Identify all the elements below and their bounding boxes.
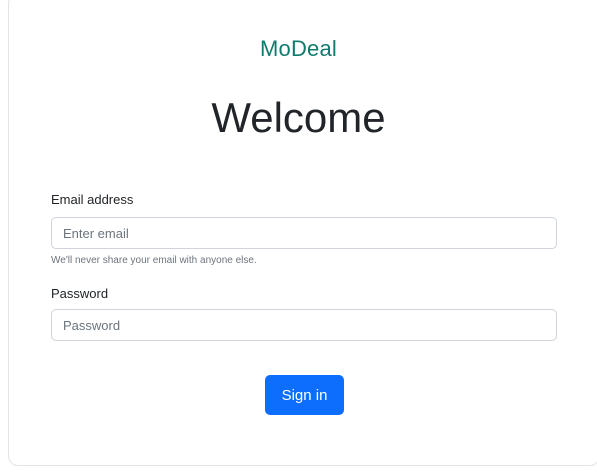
- email-help-text: We'll never share your email with anyone…: [51, 255, 257, 266]
- page-title: Welcome: [211, 94, 386, 141]
- sign-in-button[interactable]: Sign in: [265, 375, 344, 415]
- brand-logo-text: MoDeal: [259, 36, 337, 61]
- password-field[interactable]: [51, 309, 557, 341]
- email-label: Email address: [51, 192, 134, 207]
- password-label: Password: [51, 286, 109, 301]
- email-field[interactable]: [51, 217, 557, 249]
